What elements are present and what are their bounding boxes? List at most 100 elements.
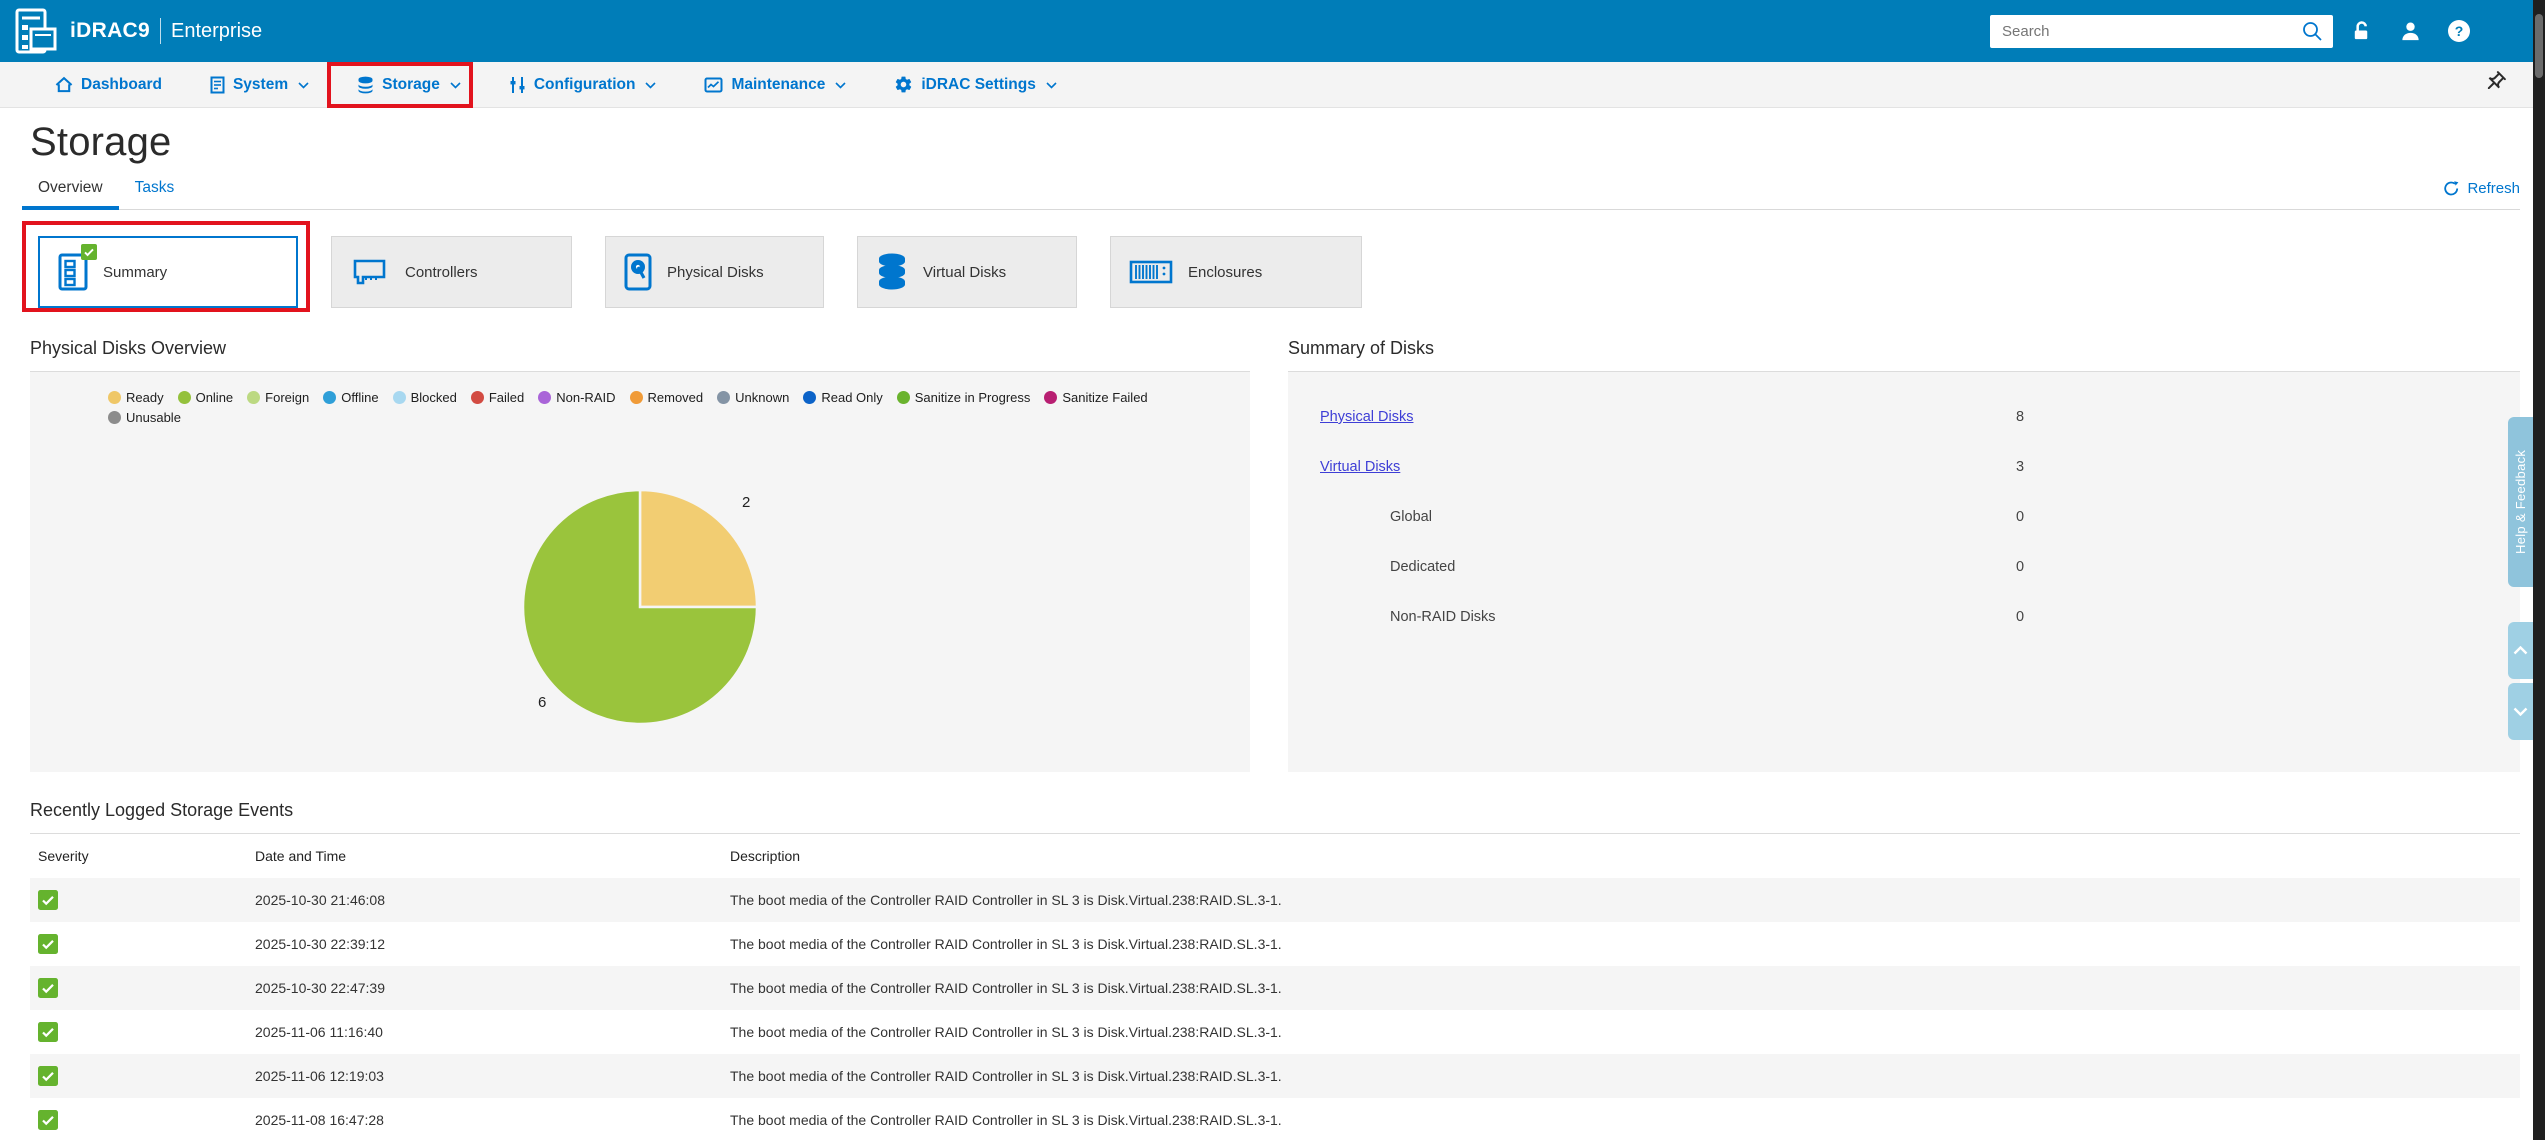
scrollbar-thumb[interactable]	[2535, 14, 2543, 78]
nav-item-configuration[interactable]: Configuration	[509, 76, 657, 94]
scroll-down-button[interactable]	[2508, 683, 2533, 740]
card-label: Physical Disks	[667, 264, 764, 281]
chevron-down-icon	[1046, 82, 1057, 89]
event-datetime: 2025-10-30 21:46:08	[255, 892, 730, 908]
event-row[interactable]: 2025-11-06 11:16:40 The boot media of th…	[30, 1010, 2520, 1054]
tab-tasks[interactable]: Tasks	[119, 179, 191, 210]
nav-item-system[interactable]: System	[210, 76, 309, 94]
legend-label: Blocked	[411, 390, 457, 405]
nav-label: System	[233, 76, 288, 94]
brand-name: iDRAC9	[70, 19, 150, 43]
col-datetime: Date and Time	[255, 848, 730, 864]
legend-label: Offline	[341, 390, 378, 405]
severity-ok-icon	[38, 1110, 255, 1130]
pie-value-online: 6	[538, 694, 546, 711]
legend-item: Blocked	[393, 390, 457, 405]
recent-events-section: Recently Logged Storage Events Severity …	[30, 800, 2520, 1140]
legend-label: Sanitize Failed	[1062, 390, 1147, 405]
summary-row-non-raid: Non-RAID Disks 0	[1288, 592, 2520, 642]
event-row[interactable]: 2025-10-30 22:39:12 The boot media of th…	[30, 922, 2520, 966]
top-header: iDRAC9 Enterprise	[0, 0, 2545, 62]
nav-item-idrac-settings[interactable]: iDRAC Settings	[894, 75, 1057, 94]
brand-divider	[160, 18, 161, 44]
search-box[interactable]	[1990, 15, 2333, 48]
legend-dot	[471, 391, 484, 404]
refresh-icon	[2443, 180, 2460, 197]
svg-text:?: ?	[2455, 23, 2464, 39]
legend-item: Offline	[323, 390, 378, 405]
non-raid-label: Non-RAID Disks	[1288, 609, 1496, 625]
legend-label: Online	[196, 390, 234, 405]
legend-dot	[803, 391, 816, 404]
event-row[interactable]: 2025-11-08 16:47:28 The boot media of th…	[30, 1098, 2520, 1140]
chevron-up-icon	[2513, 646, 2528, 655]
legend-item: Unknown	[717, 390, 789, 405]
tab-overview[interactable]: Overview	[22, 179, 119, 210]
legend-dot	[247, 391, 260, 404]
search-input[interactable]	[2002, 23, 2301, 40]
physical-disks-link[interactable]: Physical Disks	[1288, 409, 1413, 425]
main-nav: Dashboard System Storage Conf	[0, 62, 2545, 108]
legend-label: Non-RAID	[556, 390, 615, 405]
card-enclosures[interactable]: Enclosures	[1110, 236, 1362, 308]
chart-icon	[704, 77, 723, 93]
refresh-button[interactable]: Refresh	[2443, 180, 2520, 209]
legend-label: Removed	[648, 390, 704, 405]
chevron-down-icon	[835, 82, 846, 89]
legend-item: Sanitize in Progress	[897, 390, 1031, 405]
dedicated-label: Dedicated	[1288, 559, 1455, 575]
events-header-row: Severity Date and Time Description	[30, 834, 2520, 878]
event-description: The boot media of the Controller RAID Co…	[730, 1068, 2520, 1084]
pie-value-ready: 2	[742, 494, 750, 511]
events-title: Recently Logged Storage Events	[30, 800, 2520, 834]
severity-ok-icon	[38, 890, 255, 910]
event-row[interactable]: 2025-10-30 21:46:08 The boot media of th…	[30, 878, 2520, 922]
card-physical-disks[interactable]: Physical Disks	[605, 236, 824, 308]
non-raid-count: 0	[2016, 592, 2024, 642]
page-title: Storage	[30, 120, 2545, 165]
event-datetime: 2025-10-30 22:47:39	[255, 980, 730, 996]
user-icon[interactable]	[2398, 19, 2422, 43]
page-scrollbar[interactable]	[2533, 0, 2545, 1140]
legend-dot	[717, 391, 730, 404]
legend-item: Ready	[108, 390, 164, 405]
event-row[interactable]: 2025-10-30 22:47:39 The boot media of th…	[30, 966, 2520, 1010]
nav-item-maintenance[interactable]: Maintenance	[704, 76, 846, 94]
card-virtual-disks[interactable]: Virtual Disks	[857, 236, 1077, 308]
event-description: The boot media of the Controller RAID Co…	[730, 1112, 2520, 1128]
event-datetime: 2025-11-06 12:19:03	[255, 1068, 730, 1084]
physical-disks-pie	[515, 482, 765, 732]
help-icon[interactable]: ?	[2447, 19, 2471, 43]
event-row[interactable]: 2025-11-06 12:19:03 The boot media of th…	[30, 1054, 2520, 1098]
legend-label: Foreign	[265, 390, 309, 405]
dedicated-count: 0	[2016, 542, 2024, 592]
controller-icon	[350, 255, 390, 289]
legend-dot	[897, 391, 910, 404]
legend-item: Unusable	[108, 410, 181, 425]
card-controllers[interactable]: Controllers	[331, 236, 572, 308]
virtual-disks-link[interactable]: Virtual Disks	[1288, 459, 1400, 475]
legend-label: Failed	[489, 390, 524, 405]
help-feedback-tab[interactable]: Help & Feedback	[2508, 417, 2533, 587]
enclosure-icon	[1129, 259, 1173, 285]
scroll-up-button[interactable]	[2508, 622, 2533, 679]
lock-icon[interactable]	[2349, 19, 2373, 43]
legend-label: Unusable	[126, 410, 181, 425]
storage-cards: Summary Controllers Physical Disks Virtu…	[38, 236, 2545, 308]
physical-disk-icon	[624, 253, 652, 291]
nav-item-dashboard[interactable]: Dashboard	[55, 76, 162, 94]
nav-label: Maintenance	[731, 76, 825, 94]
summary-row-global: Global 0	[1288, 492, 2520, 542]
card-summary[interactable]: Summary	[38, 236, 298, 308]
nav-label: Storage	[382, 76, 440, 94]
chevron-down-icon	[450, 82, 461, 89]
pin-icon[interactable]	[2483, 70, 2507, 99]
search-icon[interactable]	[2301, 20, 2323, 42]
storage-icon	[357, 76, 374, 94]
legend-dot	[393, 391, 406, 404]
legend-label: Sanitize in Progress	[915, 390, 1031, 405]
home-icon	[55, 76, 73, 93]
col-description: Description	[730, 848, 2520, 864]
legend-dot	[538, 391, 551, 404]
nav-item-storage[interactable]: Storage	[357, 76, 461, 94]
